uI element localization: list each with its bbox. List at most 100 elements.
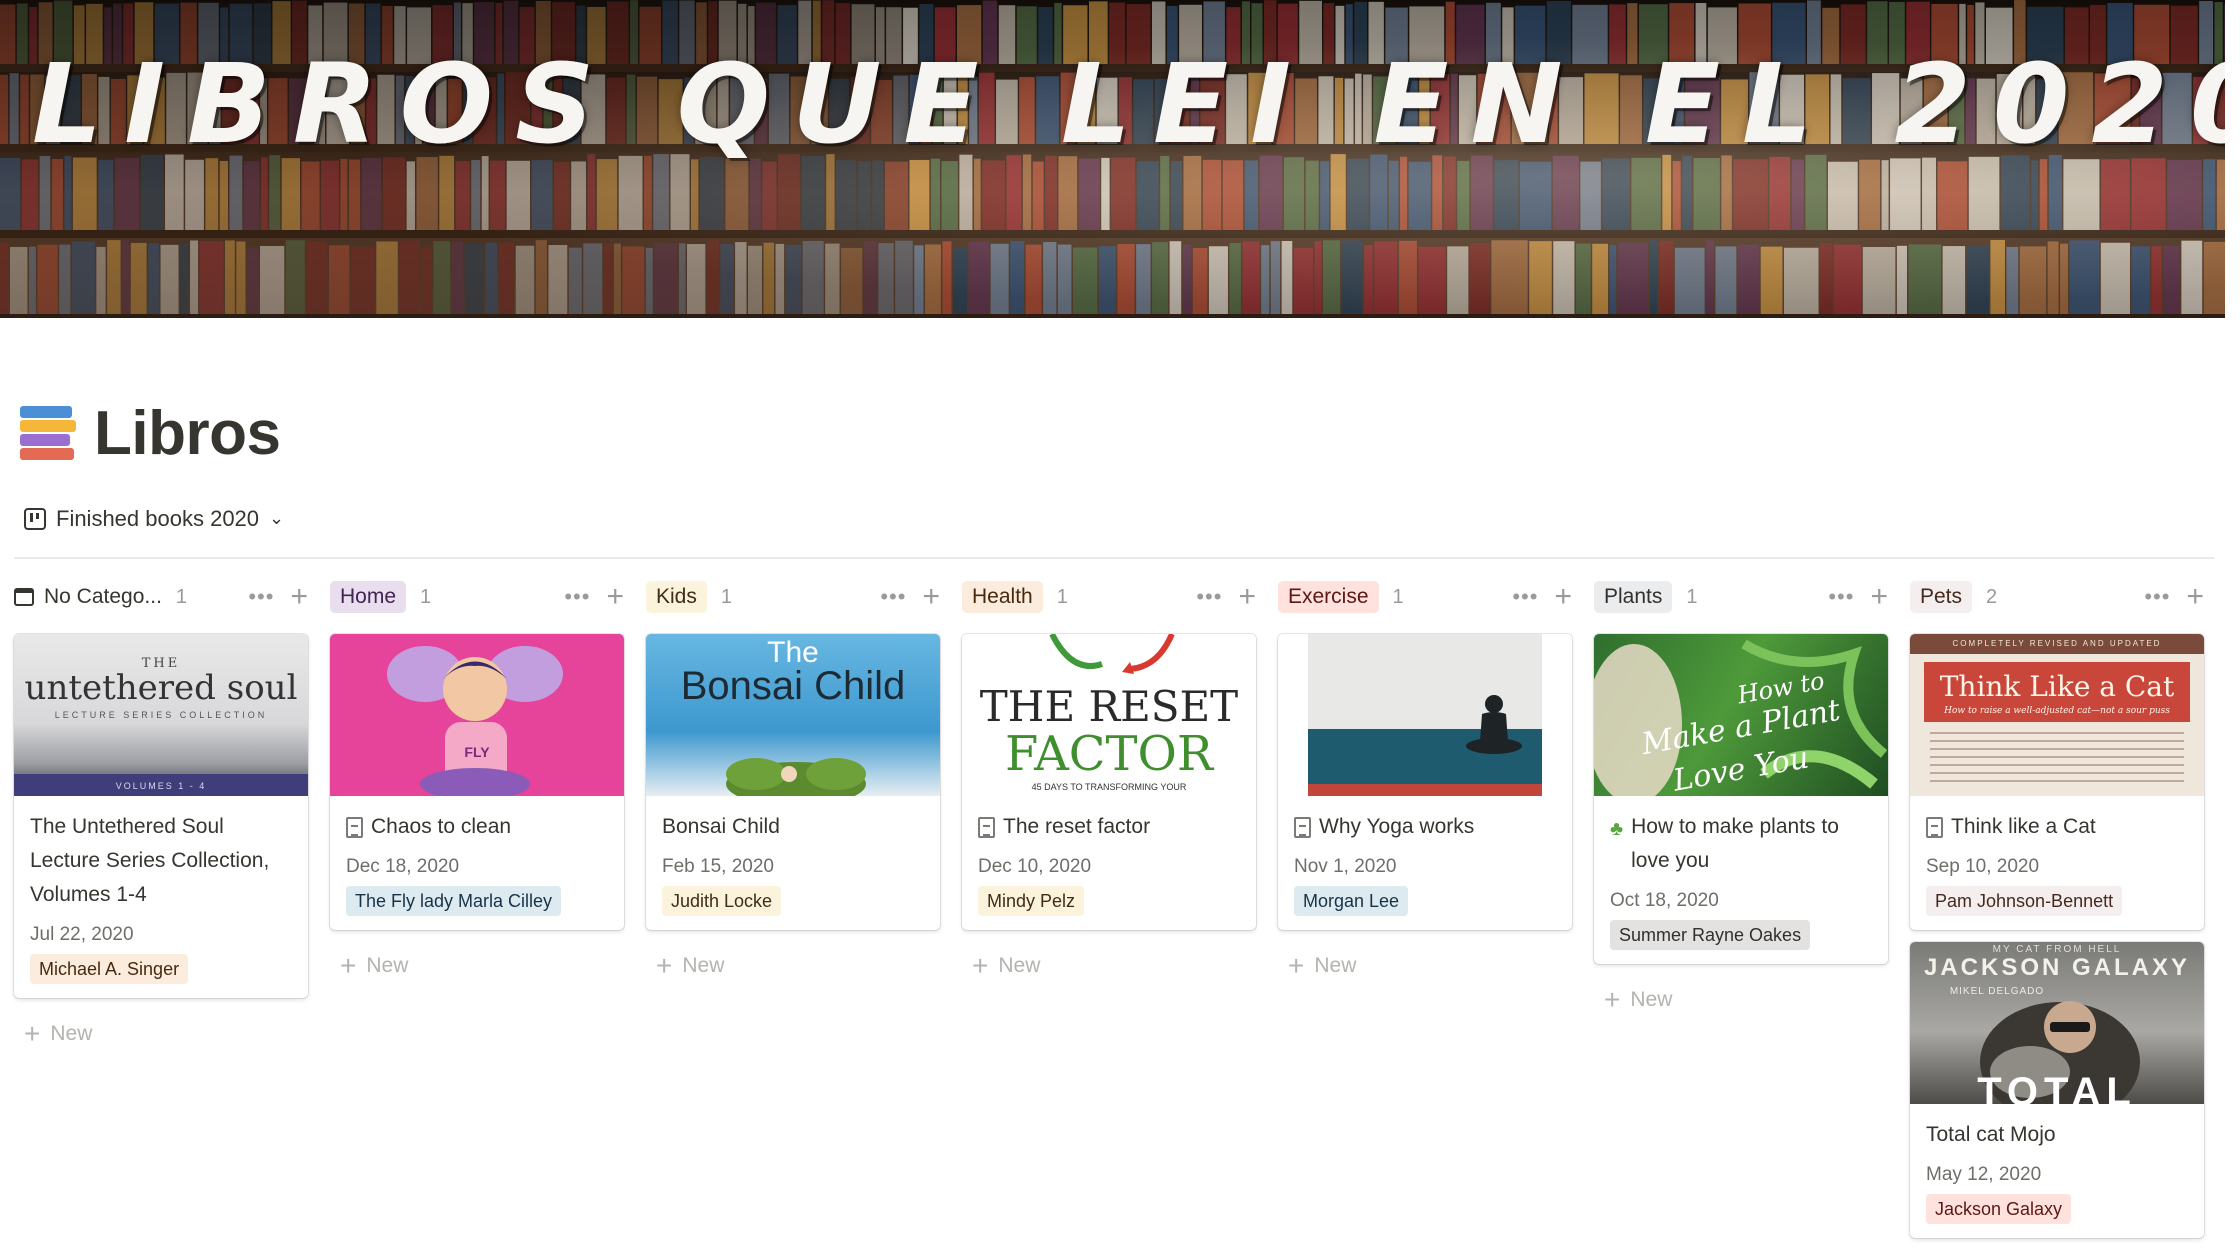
card-title: The Untethered Soul Lecture Series Colle… (30, 815, 270, 906)
column-title: No Catego... (44, 585, 162, 608)
column-count: 1 (1056, 585, 1068, 608)
card-title: Why Yoga works (1294, 810, 1556, 844)
card-date: Sep 10, 2020 (1926, 856, 2040, 877)
column-header: Pets 2 ••• + (1910, 578, 2204, 616)
new-card-button[interactable]: + New (962, 952, 1256, 980)
more-icon[interactable]: ••• (248, 584, 274, 610)
no-category-icon (14, 588, 34, 606)
column-header: No Catego... 1 ••• + (14, 578, 308, 616)
plus-icon: + (1604, 984, 1621, 1015)
board-column-exercise: Exercise 1 ••• + Why Yoga works Nov 1, 2… (1278, 578, 1572, 980)
card-title: Total cat Mojo (1926, 1123, 2056, 1146)
add-card-icon[interactable]: + (290, 582, 308, 612)
plus-icon: + (24, 1018, 41, 1049)
board-card[interactable]: COMPLETELY REVISED AND UPDATED Think Lik… (1910, 634, 2204, 930)
add-card-icon[interactable]: + (2186, 582, 2204, 612)
column-count: 1 (1392, 585, 1404, 608)
plus-icon: + (656, 950, 673, 981)
card-date: Jul 22, 2020 (30, 924, 134, 945)
view-label: Finished books 2020 (56, 506, 260, 531)
column-header: Plants 1 ••• + (1594, 578, 1888, 616)
board-card[interactable]: THE untethered soul LECTURE SERIES COLLE… (14, 634, 308, 998)
card-title: Think like a Cat (1926, 810, 2188, 844)
card-date: Oct 18, 2020 (1610, 890, 1719, 911)
column-header: Exercise 1 ••• + (1278, 578, 1572, 616)
book-cover: How to Make a Plant Love You (1594, 634, 1888, 796)
more-icon[interactable]: ••• (1512, 584, 1538, 610)
book-cover: COMPLETELY REVISED AND UPDATED Think Lik… (1910, 634, 2204, 796)
add-card-icon[interactable]: + (1554, 582, 1572, 612)
column-tag: Exercise (1278, 581, 1379, 613)
column-tag: Home (330, 581, 407, 613)
board-column-no-category: No Catego... 1 ••• + THE untethered soul… (14, 578, 308, 1048)
author-tag: Mindy Pelz (978, 886, 1085, 916)
new-card-button[interactable]: + New (1594, 986, 1888, 1014)
author-tag: Jackson Galaxy (1926, 1194, 2072, 1224)
card-date: May 12, 2020 (1926, 1164, 2042, 1185)
book-cover: COMPLETELY REVISED AND UPDATED MY CAT FR… (1910, 942, 2204, 1104)
new-card-button[interactable]: + New (330, 952, 624, 980)
column-count: 1 (420, 585, 432, 608)
add-card-icon[interactable]: + (606, 582, 624, 612)
column-header: Health 1 ••• + (962, 578, 1256, 616)
board-column-plants: Plants 1 ••• + How to Make a Plant Love … (1594, 578, 1888, 1014)
board-card[interactable]: How to Make a Plant Love You ♣ How to mak… (1594, 634, 1888, 964)
board-card[interactable]: THE RESET FACTOR 45 DAYS TO TRANSFORMING… (962, 634, 1256, 930)
new-card-button[interactable]: + New (1278, 952, 1572, 980)
column-tag: Pets (1910, 581, 1973, 613)
book-cover: The Bonsai Child (646, 634, 940, 796)
plus-icon: + (340, 950, 357, 981)
add-card-icon[interactable]: + (1870, 582, 1888, 612)
add-card-icon[interactable]: + (922, 582, 940, 612)
more-icon[interactable]: ••• (1196, 584, 1222, 610)
column-count: 1 (720, 585, 732, 608)
more-icon[interactable]: ••• (880, 584, 906, 610)
book-cover: THE RESET FACTOR 45 DAYS TO TRANSFORMING… (962, 634, 1256, 796)
book-cover: FLY (330, 634, 624, 796)
column-header: Home 1 ••• + (330, 578, 624, 616)
author-tag: Morgan Lee (1294, 886, 1409, 916)
card-title: The reset factor (978, 810, 1240, 844)
card-title: Bonsai Child (662, 815, 780, 838)
author-tag: Judith Locke (662, 886, 782, 916)
page-icon (346, 817, 363, 838)
more-icon[interactable]: ••• (1828, 584, 1854, 610)
banner-title: LIBROS QUE LEI EN EL 2020 (32, 40, 2225, 168)
column-count: 2 (1986, 585, 1998, 608)
new-card-button[interactable]: + New (646, 952, 940, 980)
more-icon[interactable]: ••• (564, 584, 590, 610)
column-tag: Kids (646, 581, 707, 613)
view-switcher[interactable]: Finished books 2020 ⌄ (24, 506, 284, 532)
page-icon (978, 817, 995, 838)
card-title: Chaos to clean (346, 810, 608, 844)
author-tag: Michael A. Singer (30, 954, 189, 984)
board-card[interactable]: Why Yoga works Nov 1, 2020 Morgan Lee (1278, 634, 1572, 930)
card-date: Dec 10, 2020 (978, 856, 1092, 877)
author-tag: Summer Rayne Oakes (1610, 920, 1811, 950)
column-count: 1 (1686, 585, 1698, 608)
page-icon (1926, 817, 1943, 838)
column-tag: Plants (1594, 581, 1673, 613)
board-column-kids: Kids 1 ••• + The Bonsai Child Bonsai Chi… (646, 578, 940, 980)
more-icon[interactable]: ••• (2144, 584, 2170, 610)
cover-banner: LIBROS QUE LEI EN EL 2020 (0, 0, 2225, 318)
card-date: Dec 18, 2020 (346, 856, 460, 877)
page-header: Libros (20, 398, 281, 469)
chevron-down-icon: ⌄ (269, 507, 285, 528)
book-cover (1278, 634, 1572, 796)
leaf-icon: ♣ (1610, 818, 1624, 840)
page-icon (1294, 817, 1311, 838)
column-tag: Health (962, 581, 1043, 613)
add-card-icon[interactable]: + (1238, 582, 1256, 612)
plus-icon: + (1288, 950, 1305, 981)
board-icon (24, 508, 46, 530)
new-card-button[interactable]: + New (14, 1020, 308, 1048)
board-card[interactable]: FLY Chaos to clean Dec 18, 2020 The Fly … (330, 634, 624, 930)
page-title: Libros (94, 399, 281, 468)
card-title: ♣ How to make plants to love you (1610, 810, 1872, 878)
board-card[interactable]: COMPLETELY REVISED AND UPDATED MY CAT FR… (1910, 942, 2204, 1238)
author-tag: The Fly lady Marla Cilley (346, 886, 562, 916)
board-card[interactable]: The Bonsai Child Bonsai Child Feb 15, 20… (646, 634, 940, 930)
card-date: Feb 15, 2020 (662, 856, 774, 877)
board-column-pets: Pets 2 ••• + COMPLETELY REVISED AND UPDA… (1910, 578, 2204, 1238)
